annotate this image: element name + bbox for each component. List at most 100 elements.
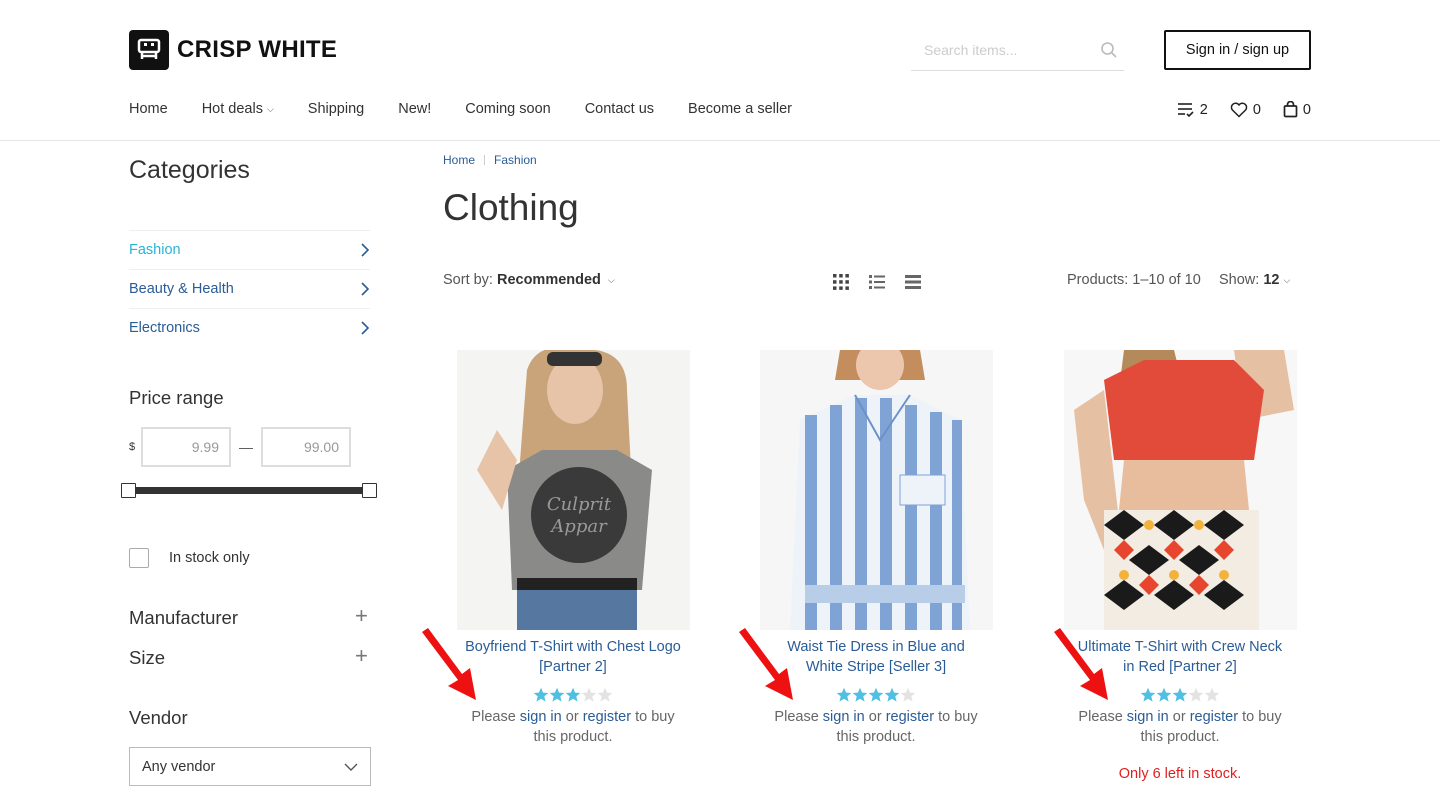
product-image[interactable] bbox=[1064, 350, 1297, 630]
size-title: Size bbox=[129, 647, 165, 668]
per-page-dropdown[interactable]: Show: 12 ⌵ bbox=[1219, 272, 1290, 288]
low-stock-note: Only 6 left in stock. bbox=[1118, 766, 1242, 782]
chevron-right-icon bbox=[361, 321, 370, 335]
favorites-link[interactable]: 0 bbox=[1230, 102, 1261, 118]
brand-logo[interactable]: CRISP WHITE bbox=[129, 30, 337, 70]
cart-link[interactable]: 0 bbox=[1283, 101, 1311, 118]
nav-label: Contact us bbox=[584, 101, 655, 117]
sort-dropdown[interactable]: Sort by: Recommended ⌵ bbox=[443, 272, 615, 288]
size-expand-icon[interactable]: + bbox=[355, 645, 368, 667]
category-label: Electronics bbox=[129, 320, 200, 336]
manufacturer-expand-icon[interactable]: + bbox=[355, 605, 368, 627]
page-title: Clothing bbox=[443, 187, 579, 228]
category-item-beauty-health[interactable]: Beauty & Health bbox=[129, 269, 370, 308]
in-stock-label: In stock only bbox=[169, 550, 250, 566]
buy-text: to buy bbox=[938, 709, 978, 725]
signin-to-buy-note: Please sign in or register to buy this p… bbox=[1050, 707, 1310, 747]
signin-button[interactable]: Sign in / sign up bbox=[1164, 30, 1311, 70]
in-stock-filter[interactable]: In stock only bbox=[129, 548, 250, 568]
nav-item-contact-us[interactable]: Contact us bbox=[585, 101, 654, 117]
price-range-inputs: $ — bbox=[129, 427, 351, 467]
nav-label: Hot deals bbox=[201, 101, 263, 117]
category-list: Fashion Beauty & Health Electronics bbox=[129, 230, 370, 347]
nav-item-home[interactable]: Home bbox=[129, 101, 168, 117]
main-nav: Home Hot deals ⌵ Shipping New! Coming soo… bbox=[129, 101, 826, 117]
chevron-down-icon bbox=[344, 763, 358, 771]
nav-label: Coming soon bbox=[465, 101, 551, 117]
breadcrumb-separator bbox=[484, 155, 486, 165]
sign-in-link[interactable]: sign in bbox=[520, 709, 562, 725]
heart-icon bbox=[1230, 102, 1248, 118]
buy-text: this product. bbox=[533, 729, 613, 745]
header-actions: 2 0 0 bbox=[1155, 101, 1311, 118]
wishlist-count: 2 bbox=[1199, 101, 1208, 118]
signin-to-buy-note: Please sign in or register to buy this p… bbox=[443, 707, 703, 747]
products-count: Products: 1–10 of 10 bbox=[1067, 272, 1201, 288]
svg-text:Appar: Appar bbox=[549, 516, 608, 537]
chevron-down-icon: ⌵ bbox=[266, 103, 274, 114]
buy-text: Please bbox=[774, 709, 819, 725]
signin-to-buy-note: Please sign in or register to buy this p… bbox=[746, 707, 1006, 747]
category-item-electronics[interactable]: Electronics bbox=[129, 308, 370, 347]
nav-label: New! bbox=[398, 101, 432, 117]
chevron-down-icon: ⌵ bbox=[607, 274, 615, 285]
manufacturer-title: Manufacturer bbox=[129, 607, 238, 628]
price-max-input[interactable] bbox=[261, 427, 351, 467]
price-slider-max-handle[interactable] bbox=[362, 483, 377, 498]
buy-text: or bbox=[565, 709, 579, 725]
product-image[interactable]: Culprit Appar bbox=[457, 350, 690, 630]
nav-item-become-seller[interactable]: Become a seller bbox=[688, 101, 792, 117]
nav-item-shipping[interactable]: Shipping bbox=[308, 101, 364, 117]
register-link[interactable]: register bbox=[886, 709, 934, 725]
in-stock-checkbox[interactable] bbox=[129, 548, 149, 568]
header-divider bbox=[0, 140, 1440, 141]
table-view-icon[interactable] bbox=[904, 273, 922, 291]
sort-label: Sort by: bbox=[443, 272, 493, 288]
search-input[interactable] bbox=[911, 34, 1091, 66]
list-view-icon[interactable] bbox=[868, 273, 886, 291]
chevron-right-icon bbox=[361, 282, 370, 296]
buy-text: to buy bbox=[635, 709, 675, 725]
brand-name: CRISP WHITE bbox=[177, 36, 338, 63]
product-title-line2: in Red [Partner 2] bbox=[1123, 659, 1237, 675]
nav-item-hot-deals[interactable]: Hot deals ⌵ bbox=[202, 101, 274, 117]
buy-text: or bbox=[868, 709, 882, 725]
register-link[interactable]: register bbox=[583, 709, 631, 725]
cart-count: 0 bbox=[1302, 101, 1311, 118]
product-title-line1: Waist Tie Dress in Blue and bbox=[787, 639, 965, 655]
wishlist-link[interactable]: 2 bbox=[1177, 102, 1208, 118]
buy-text: this product. bbox=[1140, 729, 1220, 745]
register-link[interactable]: register bbox=[1190, 709, 1238, 725]
show-value: 12 bbox=[1263, 272, 1280, 288]
breadcrumb-home[interactable]: Home bbox=[443, 153, 475, 167]
vendor-select[interactable]: Any vendor bbox=[129, 747, 371, 786]
price-min-input[interactable] bbox=[141, 427, 231, 467]
price-slider-min-handle[interactable] bbox=[121, 483, 136, 498]
annotation-arrow-icon bbox=[739, 628, 793, 700]
product-title-line2: [Partner 2] bbox=[539, 659, 607, 675]
chevron-right-icon bbox=[361, 243, 370, 257]
category-item-fashion[interactable]: Fashion bbox=[129, 230, 370, 269]
nav-label: Shipping bbox=[307, 101, 365, 117]
buy-text: Please bbox=[1078, 709, 1123, 725]
sign-in-link[interactable]: sign in bbox=[1127, 709, 1169, 725]
annotation-arrow-icon bbox=[1054, 628, 1108, 700]
buy-text: this product. bbox=[836, 729, 916, 745]
nav-item-new[interactable]: New! bbox=[398, 101, 431, 117]
show-label: Show: bbox=[1219, 272, 1260, 288]
nav-label: Become a seller bbox=[688, 101, 792, 117]
breadcrumb-fashion[interactable]: Fashion bbox=[494, 153, 537, 167]
logo-icon bbox=[129, 30, 169, 70]
product-image[interactable] bbox=[760, 350, 993, 630]
product-title[interactable]: Boyfriend T-Shirt with Chest Logo [Partn… bbox=[443, 637, 703, 677]
view-toggles bbox=[832, 273, 940, 291]
range-dash: — bbox=[239, 439, 253, 455]
vendor-title: Vendor bbox=[129, 707, 188, 728]
product-title-line1: Boyfriend T-Shirt with Chest Logo bbox=[465, 639, 681, 655]
price-slider-track[interactable] bbox=[129, 487, 370, 494]
nav-item-coming-soon[interactable]: Coming soon bbox=[465, 101, 550, 117]
search-icon[interactable] bbox=[1100, 41, 1118, 64]
grid-view-icon[interactable] bbox=[832, 273, 850, 291]
breadcrumb: Home Fashion bbox=[443, 153, 537, 167]
sign-in-link[interactable]: sign in bbox=[823, 709, 865, 725]
